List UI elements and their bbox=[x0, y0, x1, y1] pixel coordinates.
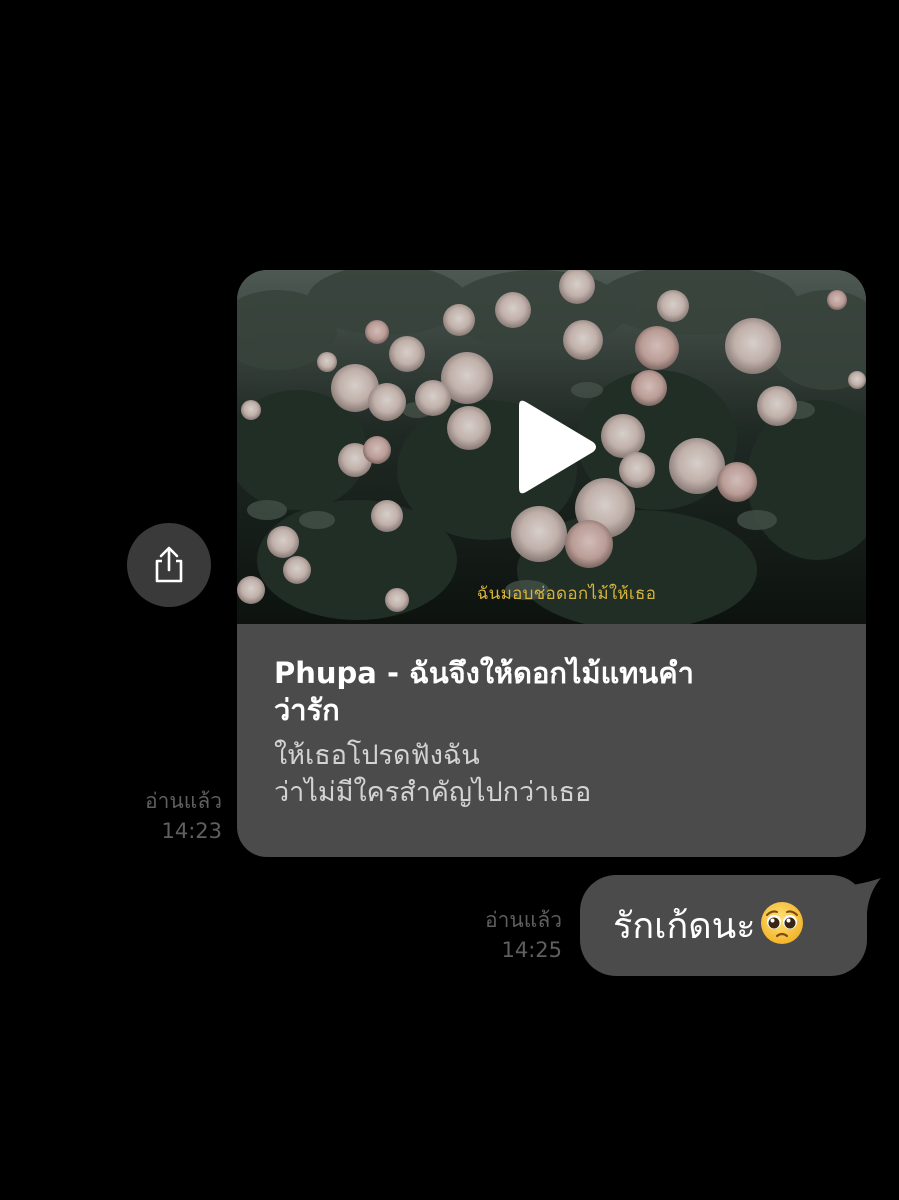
video-caption: ฉันมอบช่อดอกไม้ให้เธอ bbox=[476, 584, 657, 604]
message-time: 14:25 bbox=[501, 938, 562, 962]
message-time: 14:23 bbox=[161, 819, 222, 843]
message-bubble[interactable]: รักเก้ดนะ bbox=[580, 875, 867, 976]
video-thumbnail[interactable]: ฉันมอบช่อดอกไม้ให้เธอ bbox=[237, 270, 866, 624]
share-button[interactable] bbox=[127, 523, 211, 607]
pleading-face-emoji-icon bbox=[760, 901, 803, 944]
card-description: ให้เธอโปรดฟังฉัน ว่าไม่มีใครสำคัญไปกว่าเ… bbox=[274, 737, 844, 811]
card-description-line: ว่าไม่มีใครสำคัญไปกว่าเธอ bbox=[274, 777, 592, 808]
card-title: Phupa - ฉันจึงให้ดอกไม้แทนคำ ว่ารัก bbox=[274, 655, 844, 729]
play-icon[interactable] bbox=[515, 398, 599, 496]
read-status: อ่านแล้ว 14:23 bbox=[110, 786, 222, 846]
message-text: รักเก้ดนะ bbox=[613, 906, 756, 947]
card-title-line: ว่ารัก bbox=[274, 693, 340, 727]
card-body: Phupa - ฉันจึงให้ดอกไม้แทนคำ ว่ารัก ให้เ… bbox=[274, 655, 844, 811]
music-link-card[interactable]: ฉันมอบช่อดอกไม้ให้เธอ Phupa - ฉันจึงให้ด… bbox=[237, 270, 866, 857]
share-icon bbox=[155, 546, 183, 583]
card-description-line: ให้เธอโปรดฟังฉัน bbox=[274, 740, 480, 771]
read-status: อ่านแล้ว 14:25 bbox=[450, 905, 562, 965]
read-label: อ่านแล้ว bbox=[485, 908, 562, 932]
read-label: อ่านแล้ว bbox=[145, 789, 222, 813]
card-title-line: Phupa - ฉันจึงให้ดอกไม้แทนคำ bbox=[274, 656, 694, 690]
